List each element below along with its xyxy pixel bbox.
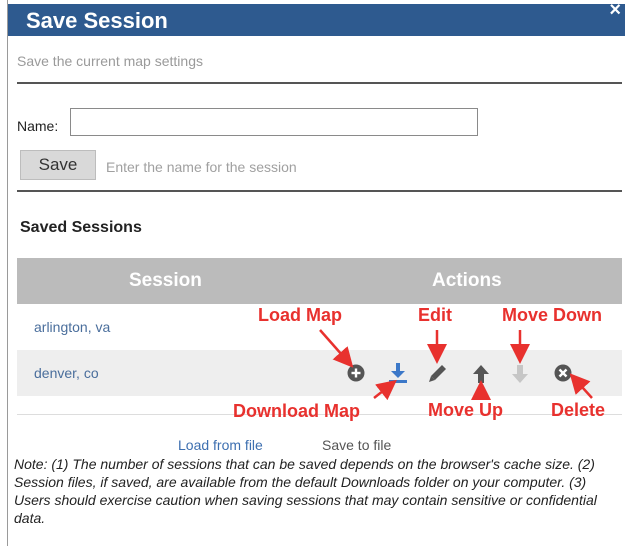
save-button[interactable]: Save [20, 150, 96, 180]
dialog-title-bar: Save Session × [8, 0, 625, 36]
name-label: Name: [17, 118, 59, 134]
note-text: Note: (1) The number of sessions that ca… [14, 456, 597, 526]
x-circle-icon[interactable] [554, 364, 572, 382]
session-name[interactable]: denver, co [34, 365, 99, 381]
session-name[interactable]: arlington, va [34, 319, 110, 335]
arrow-down-icon[interactable] [512, 364, 528, 384]
saved-sessions-heading: Saved Sessions [20, 219, 142, 236]
annotation-edit: Edit [418, 305, 452, 325]
annotation-move-down: Move Down [502, 305, 603, 325]
session-name-input[interactable] [70, 108, 478, 136]
annotation-delete: Delete [551, 400, 606, 420]
divider [17, 190, 622, 192]
pencil-icon[interactable] [428, 363, 448, 383]
table-row[interactable]: denver, co [17, 350, 622, 396]
save-to-file-link[interactable]: Save to file [322, 437, 391, 453]
column-header-actions: Actions [432, 270, 502, 291]
annotation-download-map: Download Map [233, 401, 360, 421]
column-header-session: Session [129, 270, 202, 291]
annotation-load-map: Load Map [258, 305, 342, 325]
plus-circle-icon[interactable] [347, 364, 365, 382]
sessions-table-header: Session Actions [17, 258, 622, 304]
dialog-subtitle: Save the current map settings [17, 53, 203, 69]
load-from-file-link[interactable]: Load from file [178, 437, 263, 453]
download-icon[interactable] [388, 362, 408, 384]
dialog-title: Save Session [26, 8, 168, 33]
annotation-move-up: Move Up [428, 400, 504, 420]
divider [17, 82, 622, 84]
arrow-up-icon[interactable] [473, 364, 489, 384]
save-hint: Enter the name for the session [106, 159, 297, 175]
close-icon[interactable]: × [609, 0, 621, 22]
